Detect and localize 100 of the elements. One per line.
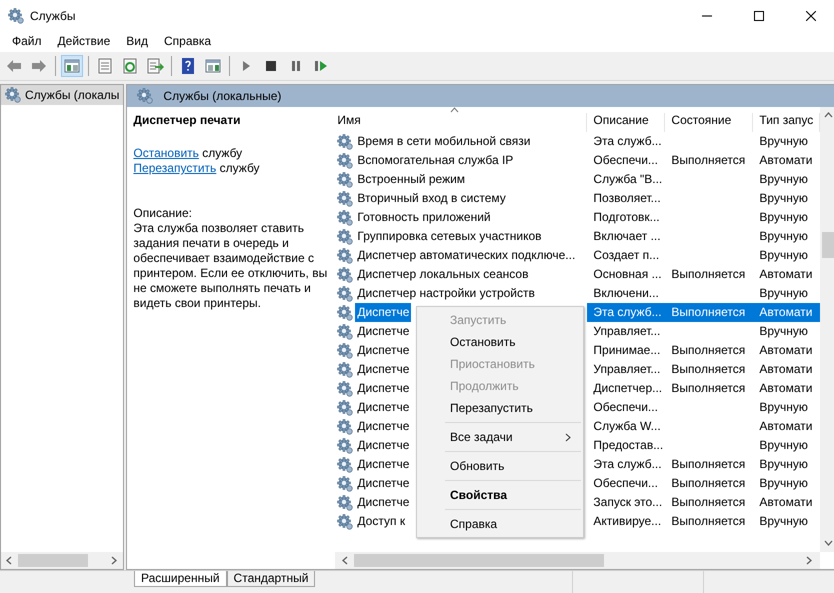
tab[interactable]: Стандартный — [226, 570, 316, 587]
tree-item[interactable]: Службы (локалы — [1, 85, 124, 105]
table-cell: Выполняется — [665, 303, 754, 322]
menu-item[interactable]: Файл — [4, 32, 50, 52]
table-cell-text: Диспетче — [356, 475, 410, 492]
pane-icon — [204, 57, 222, 75]
table-cell: Диспетче — [355, 303, 412, 322]
tab[interactable]: Расширенный — [134, 570, 227, 587]
column-header[interactable]: Имя — [335, 113, 588, 132]
table-cell-text: Диспетче — [356, 323, 410, 340]
gear-icon — [337, 266, 354, 282]
table-cell-text: Активируе... — [592, 513, 662, 530]
table-cell-text: Автомати — [758, 418, 814, 435]
app-icon — [8, 8, 24, 24]
scrollbar-thumb[interactable] — [18, 554, 88, 567]
table-cell-text: Выполняется — [670, 266, 746, 283]
export-icon — [146, 57, 164, 75]
table-cell-text: Эта служб... — [592, 133, 663, 150]
table-cell-text: Диспетче — [356, 494, 410, 511]
horizontal-scrollbar[interactable] — [1, 552, 124, 569]
chevron-right-icon — [565, 432, 571, 442]
table-cell-text: Вручную — [758, 171, 809, 188]
action-text: службу — [220, 161, 260, 175]
gear-icon — [337, 172, 354, 188]
help-icon — [179, 57, 197, 75]
table-cell-text: Выполняется — [670, 152, 746, 169]
gear-icon — [337, 286, 354, 302]
table-cell: Эта служб... — [587, 303, 666, 322]
gear-icon — [337, 190, 354, 206]
table-cell-text: Автомати — [758, 494, 814, 511]
pane-header: Службы (локальные) — [127, 85, 834, 107]
table-cell-text: Диспетчер настройки устройств — [356, 285, 536, 302]
table-cell-text: Запуск это... — [592, 494, 664, 511]
close-icon — [806, 11, 816, 21]
refresh-icon — [121, 57, 139, 75]
table-cell-text: Группировка сетевых участников — [356, 228, 543, 245]
table-cell-text: Вручную — [758, 475, 809, 492]
table-cell-text: Эта служб... — [592, 456, 663, 473]
menu-item[interactable]: Обновить — [417, 455, 583, 477]
gear-icon — [337, 476, 354, 492]
scrollbar-thumb[interactable] — [354, 554, 604, 567]
gear-icon — [337, 248, 354, 264]
table-cell-text: Служба "В... — [592, 171, 664, 188]
gear-icon — [337, 342, 354, 358]
menu-item[interactable]: Справка — [417, 513, 583, 535]
table-cell-text: Встроенный режим — [356, 171, 466, 188]
table-cell-text: Автомати — [758, 342, 814, 359]
table-cell-text: Вспомогательная служба IP — [356, 152, 514, 169]
table-cell-text: Обеспечи... — [592, 152, 659, 169]
table-cell-text: Выполняется — [670, 475, 746, 492]
description-label: Описание: — [133, 206, 193, 221]
table-cell-text: Диспетче — [356, 361, 410, 378]
gear-icon — [337, 210, 354, 226]
menu-item[interactable]: Свойства — [417, 484, 583, 506]
table-cell-text: Вторичный вход в систему — [356, 190, 507, 207]
table-cell-text: Диспетче — [356, 380, 410, 397]
pane-icon — [63, 57, 81, 75]
menu-item[interactable]: Действие — [50, 32, 118, 52]
table-cell-text: Диспетчер локальных сеансов — [356, 266, 530, 283]
horizontal-scrollbar[interactable] — [335, 552, 820, 569]
table-cell-text: Создает п... — [592, 247, 660, 264]
table-cell-text: Вручную — [758, 513, 809, 530]
menu-item[interactable]: Справка — [156, 32, 220, 52]
scrollbar-thumb[interactable] — [822, 232, 834, 258]
table-cell-text: Автомати — [758, 361, 814, 378]
table-cell-text: Основная ... — [592, 266, 663, 283]
menu-item[interactable]: Перезапустить — [417, 397, 583, 419]
column-header[interactable]: Описание — [587, 113, 666, 132]
gear-icon — [337, 438, 354, 454]
window-title: Службы — [30, 9, 76, 23]
column-header[interactable]: Состояние — [665, 113, 754, 132]
gear-icon — [337, 304, 354, 320]
table-cell-text: Выполняется — [670, 342, 746, 359]
table-cell-text: Обеспечи... — [592, 475, 659, 492]
table-cell-text: Позволяет... — [592, 190, 662, 207]
gear-icon — [337, 228, 354, 244]
table-cell-text: Управляет... — [592, 323, 662, 340]
service-title: Диспетчер печати — [133, 113, 242, 128]
table-cell-text: Принимае... — [592, 342, 662, 359]
menu-item[interactable]: Остановить — [417, 331, 583, 353]
menu-item[interactable]: Все задачи — [417, 426, 583, 448]
table-cell-text: Вручную — [758, 437, 809, 454]
table-cell-text: Вручную — [758, 209, 809, 226]
table-cell-text: Диспетче — [356, 437, 410, 454]
gear-icon — [5, 87, 21, 103]
gear-icon — [337, 152, 354, 168]
table-cell-text: Диспетче — [356, 342, 410, 359]
table-cell-text: Вручную — [758, 399, 809, 416]
table-cell-text: Подготовк... — [592, 209, 661, 226]
table-cell-text: Доступ к — [356, 513, 406, 530]
table-cell-text: Выполняется — [670, 380, 746, 397]
table-cell-text: Диспетчер автоматических подключе... — [356, 247, 576, 264]
table-cell-text: Диспетчер... — [592, 380, 664, 397]
vertical-scrollbar[interactable] — [820, 107, 834, 552]
sort-caret-icon — [450, 107, 460, 113]
table-cell-text: Время в сети мобильной связи — [356, 133, 532, 150]
table-cell-text: Вручную — [758, 190, 809, 207]
action-link[interactable]: Остановить — [133, 146, 199, 160]
menu-item[interactable]: Вид — [118, 32, 156, 52]
action-link[interactable]: Перезапустить — [133, 161, 216, 175]
